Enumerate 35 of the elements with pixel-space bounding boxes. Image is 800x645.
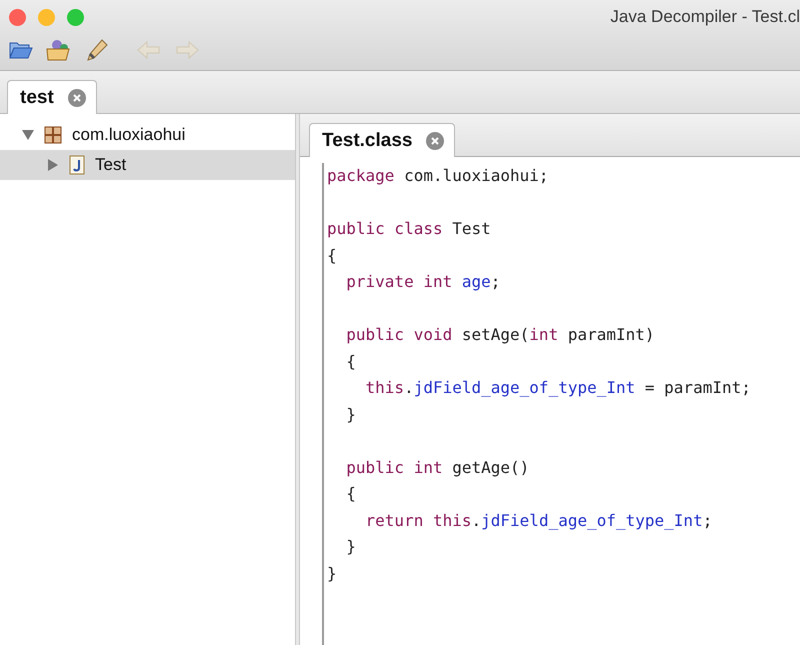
package-icon [44, 126, 62, 144]
code-line: public void setAge(int paramInt) [345, 324, 656, 346]
code-line: public int getAge() [345, 456, 530, 478]
code-line: public class Test [327, 218, 492, 240]
tree-item[interactable]: Test [0, 150, 295, 180]
code-line: return this.jdField_age_of_type_Int; [364, 510, 714, 532]
code-line: { [327, 244, 338, 266]
file-tab[interactable]: test [7, 80, 97, 114]
code-line: } [345, 404, 357, 426]
tree-label: com.luoxiaohui [72, 125, 186, 145]
code-line: } [345, 536, 357, 558]
close-tab-icon[interactable] [68, 88, 86, 106]
java-file-icon [69, 155, 85, 175]
toolbar-button[interactable] [46, 38, 72, 62]
code-line: { [345, 483, 357, 505]
close-window-icon[interactable] [9, 8, 26, 26]
code-line: { [345, 350, 357, 372]
code-line: } [327, 562, 338, 584]
expanded-triangle-icon[interactable] [22, 129, 34, 141]
right-arrow-icon [175, 41, 199, 59]
zoom-window-icon[interactable] [67, 8, 84, 26]
tree-label: Test [95, 155, 126, 175]
folder-with-spheres-icon [46, 39, 72, 61]
open-folder-icon [9, 41, 33, 59]
pen-icon [85, 38, 109, 62]
left-arrow-icon [137, 41, 161, 59]
collapsed-triangle-icon[interactable] [47, 159, 59, 171]
editor-tab[interactable]: Test.class [309, 123, 456, 157]
code-line: this.jdField_age_of_type_Int = paramInt; [364, 377, 751, 399]
toolbar-button[interactable] [84, 38, 110, 62]
code-line: private int age; [345, 271, 502, 293]
window-title: Java Decompiler - Test.cl [610, 7, 800, 27]
tree-item[interactable]: com.luoxiaohui [0, 120, 295, 150]
close-tab-icon[interactable] [426, 132, 444, 150]
code-line: package com.luoxiaohui; [327, 165, 550, 187]
